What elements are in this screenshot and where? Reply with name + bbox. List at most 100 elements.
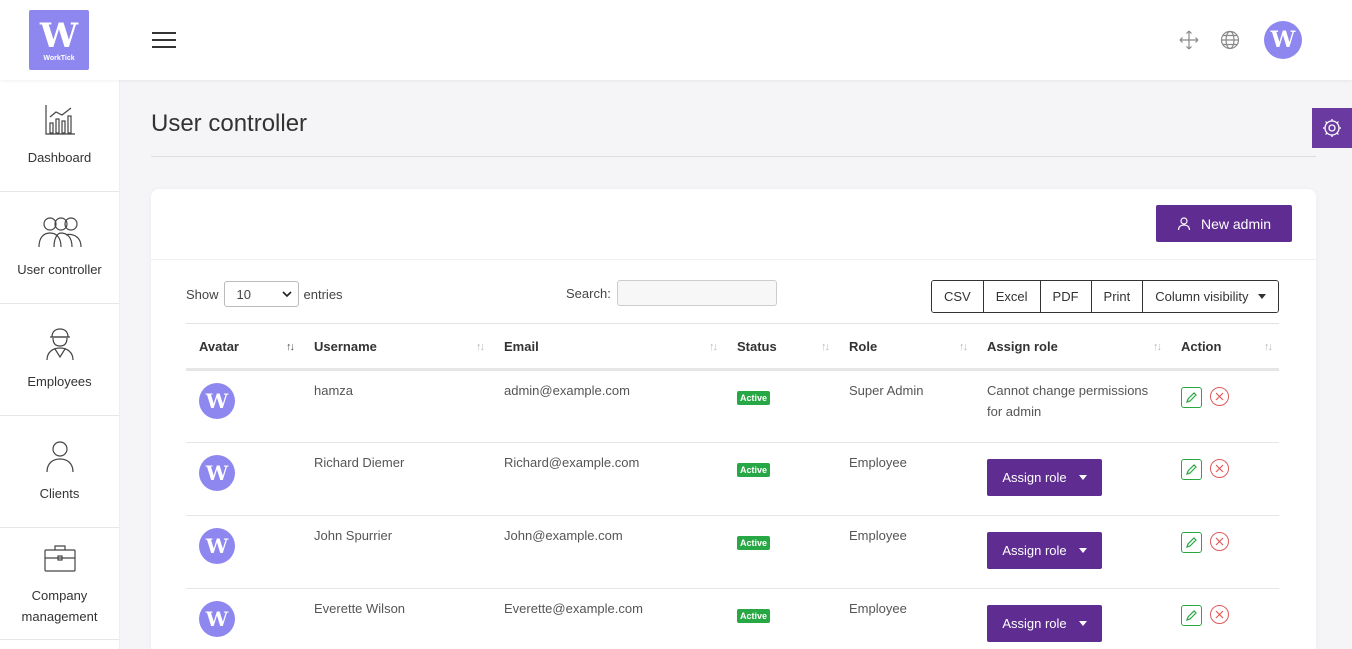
caret-down-icon <box>1258 294 1267 299</box>
app-logo[interactable]: W WorkTick <box>29 10 89 70</box>
status-badge: Active <box>737 391 771 405</box>
column-header-role[interactable]: Role ↑↓ <box>836 323 974 371</box>
permission-note: Cannot change permissions for admin <box>987 383 1149 419</box>
sidebar-item-label: Company management <box>21 587 98 624</box>
assign-role-button[interactable]: Assign role <box>987 605 1102 642</box>
edit-button[interactable] <box>1181 605 1202 626</box>
role: Super Admin <box>849 383 924 398</box>
assign-role-button[interactable]: Assign role <box>987 532 1102 569</box>
column-header-assign-role[interactable]: Assign role ↑↓ <box>974 323 1168 371</box>
users-table: Avatar ↑↓ Username ↑↓ Email ↑↓ Status ↑↓ Rol… <box>186 323 1279 649</box>
chart-icon <box>44 105 75 135</box>
avatar: W <box>199 528 235 564</box>
users-card: New admin Show 10 entries Search: CSV Ex… <box>151 189 1316 649</box>
close-icon <box>1215 537 1224 546</box>
fullscreen-icon[interactable] <box>1179 30 1199 50</box>
avatar: W <box>199 455 235 491</box>
briefcase-icon <box>43 544 76 572</box>
edit-button[interactable] <box>1181 459 1202 480</box>
assign-role-button[interactable]: Assign role <box>987 459 1102 496</box>
pencil-icon <box>1186 392 1197 403</box>
caret-down-icon <box>1078 475 1087 480</box>
sidebar-item-company-management[interactable]: Company management <box>0 528 119 640</box>
new-admin-label: New admin <box>1200 215 1272 232</box>
pencil-icon <box>1186 537 1197 548</box>
username: John Spurrier <box>314 528 393 543</box>
sidebar-item-label: Dashboard <box>27 150 92 165</box>
top-header: W WorkTick W <box>0 0 1352 80</box>
search-control: Search: <box>566 280 777 306</box>
edit-button[interactable] <box>1181 532 1202 553</box>
user-icon <box>1177 216 1191 230</box>
excel-button[interactable]: Excel <box>983 281 1041 312</box>
caret-down-icon <box>1078 548 1087 553</box>
username: Richard Diemer <box>314 455 405 470</box>
user-avatar[interactable]: W <box>1264 21 1302 59</box>
gear-icon <box>1323 119 1341 137</box>
status-badge: Active <box>737 536 771 550</box>
entries-label: entries <box>303 286 343 302</box>
globe-icon[interactable] <box>1220 30 1240 50</box>
users-icon <box>37 217 82 248</box>
pencil-icon <box>1186 610 1197 621</box>
chevron-down-icon <box>281 291 292 297</box>
username: hamza <box>314 383 354 398</box>
column-visibility-button[interactable]: Column visibility <box>1143 281 1279 312</box>
sidebar-item-label: Employees <box>27 374 92 389</box>
email: Everette@example.com <box>504 601 643 616</box>
print-button[interactable]: Print <box>1091 281 1144 312</box>
table-row: W Richard Diemer Richard@example.com Act… <box>186 442 1279 516</box>
avatar: W <box>199 601 235 637</box>
sidebar-item-label: Clients <box>39 486 80 501</box>
delete-button[interactable] <box>1210 605 1229 624</box>
edit-button[interactable] <box>1181 387 1202 408</box>
menu-toggle-icon[interactable] <box>152 32 176 48</box>
close-icon <box>1215 610 1224 619</box>
username: Everette Wilson <box>314 601 406 616</box>
entries-value: 10 <box>236 286 251 302</box>
sidebar: Dashboard User controller Employees Clie… <box>0 80 120 649</box>
column-header-status[interactable]: Status ↑↓ <box>724 323 836 371</box>
delete-button[interactable] <box>1210 532 1229 551</box>
column-header-email[interactable]: Email ↑↓ <box>491 323 724 371</box>
person-icon <box>45 441 74 473</box>
export-buttons: CSV Excel PDF Print Column visibility <box>931 280 1280 313</box>
card-header <box>151 189 1316 260</box>
avatar-letter: W <box>1270 27 1296 53</box>
column-header-action[interactable]: Action ↑↓ <box>1168 323 1279 371</box>
email: admin@example.com <box>504 383 630 398</box>
search-input[interactable] <box>616 280 777 306</box>
new-admin-button[interactable]: New admin <box>1156 205 1292 242</box>
logo-letter: W <box>39 15 79 56</box>
close-icon <box>1215 464 1224 473</box>
search-label: Search: <box>566 285 611 301</box>
role: Employee <box>849 455 907 470</box>
entries-select[interactable]: 10 <box>223 281 299 307</box>
show-label: Show <box>186 286 219 302</box>
table-row: W John Spurrier John@example.com Active … <box>186 515 1279 589</box>
entries-control: Show 10 entries <box>186 281 343 307</box>
column-header-avatar[interactable]: Avatar ↑↓ <box>186 323 301 371</box>
csv-button[interactable]: CSV <box>932 281 984 312</box>
status-badge: Active <box>737 609 771 623</box>
sidebar-item-label: User controller <box>17 262 102 277</box>
email: Richard@example.com <box>504 455 640 470</box>
pencil-icon <box>1186 464 1197 475</box>
caret-down-icon <box>1078 621 1087 626</box>
sidebar-item-dashboard[interactable]: Dashboard <box>0 80 119 192</box>
logo-text: WorkTick <box>43 54 75 62</box>
column-header-username[interactable]: Username ↑↓ <box>301 323 491 371</box>
settings-button[interactable] <box>1312 108 1352 148</box>
pdf-button[interactable]: PDF <box>1040 281 1092 312</box>
table-row: W hamza admin@example.com Active Super A… <box>186 369 1279 443</box>
table-row: W Everette Wilson Everette@example.com A… <box>186 588 1279 649</box>
email: John@example.com <box>504 528 623 543</box>
sidebar-item-employees[interactable]: Employees <box>0 304 119 416</box>
divider <box>151 156 1316 157</box>
column-visibility-label: Column visibility <box>1155 289 1249 304</box>
delete-button[interactable] <box>1210 459 1229 478</box>
avatar: W <box>199 383 235 419</box>
sidebar-item-user-controller[interactable]: User controller <box>0 192 119 304</box>
sidebar-item-clients[interactable]: Clients <box>0 416 119 528</box>
delete-button[interactable] <box>1210 387 1229 406</box>
